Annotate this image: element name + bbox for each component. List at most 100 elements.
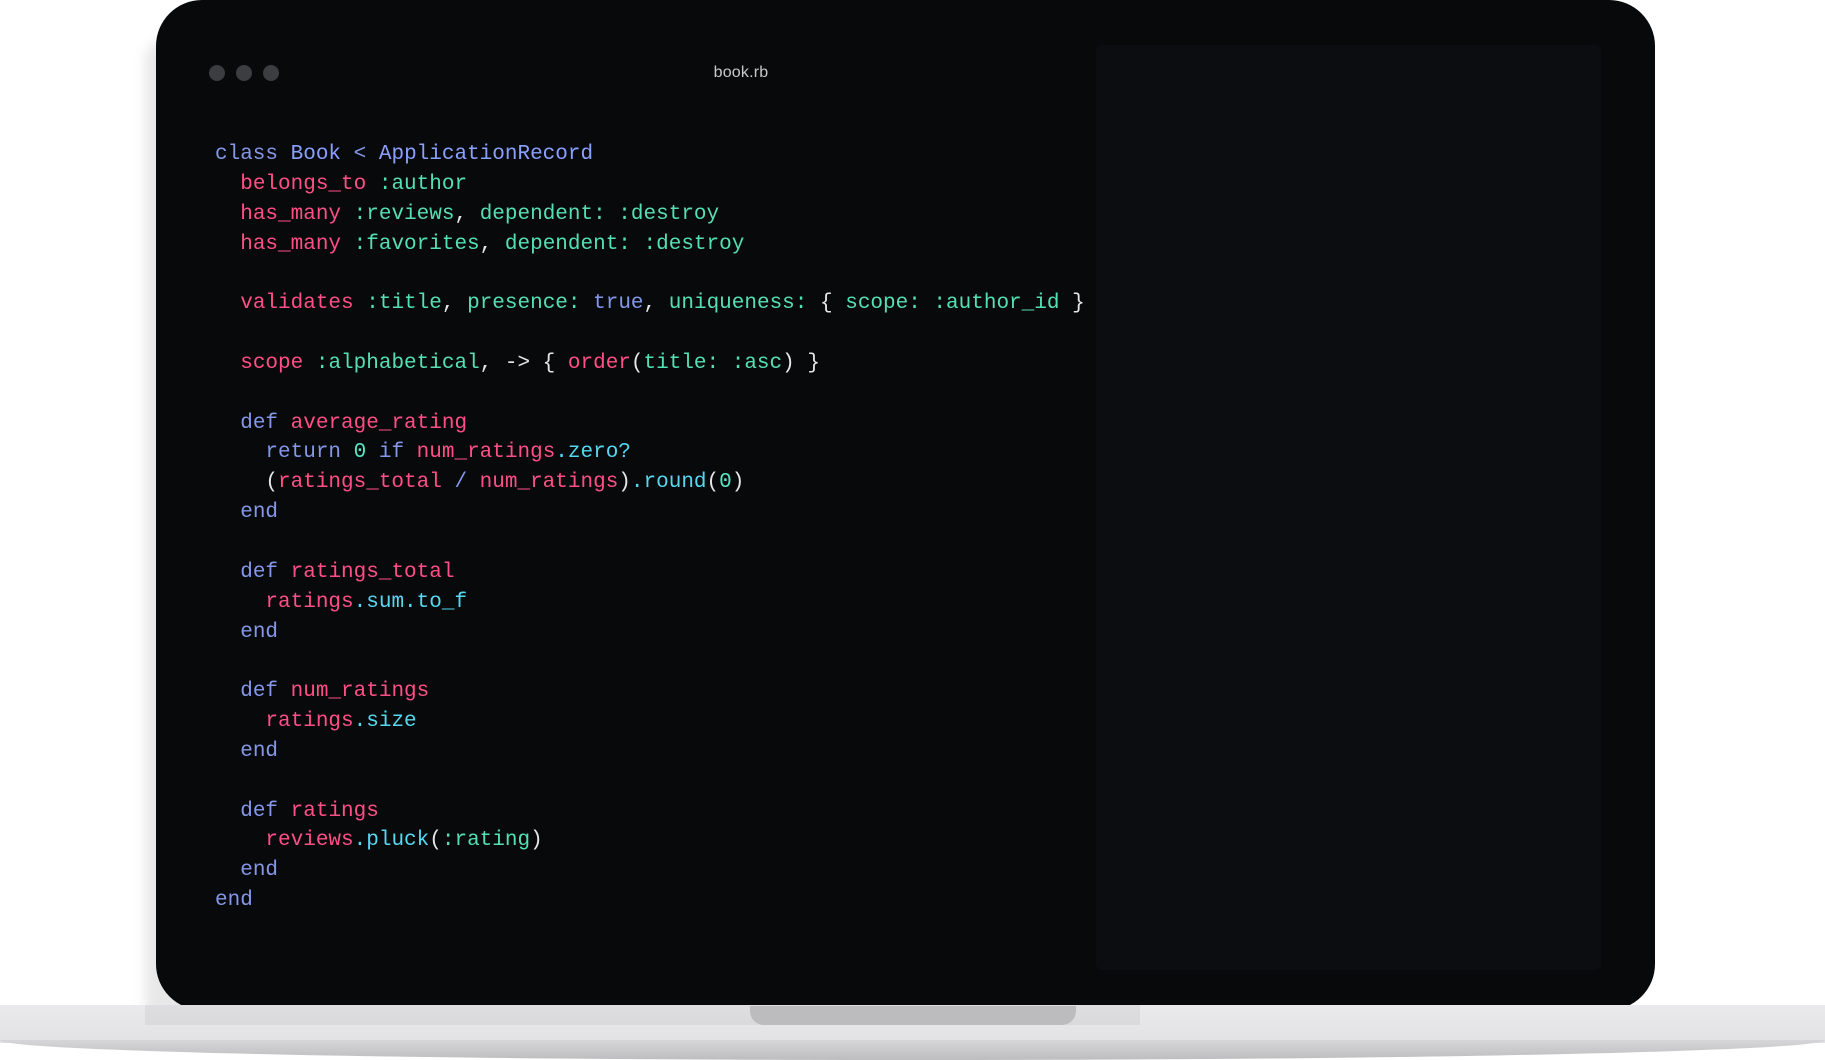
code-token: ratings — [290, 799, 379, 823]
code-token: uniqueness: — [668, 292, 820, 316]
code-token: .size — [353, 710, 417, 734]
code-token: num_ratings — [416, 441, 556, 465]
code-line: belongs_to :author — [215, 170, 1085, 200]
code-token: end — [240, 859, 279, 883]
code-token: title: :asc — [643, 351, 783, 375]
code-token: :favorites — [353, 232, 480, 256]
code-line: end — [215, 886, 1085, 916]
code-line: has_many :reviews, dependent: :destroy — [215, 200, 1085, 230]
code-token: num_ratings — [479, 471, 619, 495]
code-line: end — [215, 498, 1085, 528]
window-controls — [209, 65, 279, 81]
code-token: ( — [630, 351, 644, 375]
code-token: def — [240, 799, 291, 823]
screen-reflection — [1096, 45, 1601, 970]
code-line: def num_ratings — [215, 677, 1085, 707]
code-token: , -> { — [479, 351, 568, 375]
code-token: { — [820, 292, 846, 316]
code-token: ratings_total — [278, 471, 455, 495]
code-token: :reviews — [353, 202, 455, 226]
maximize-window-dot[interactable] — [263, 65, 279, 81]
code-token: has_many — [240, 202, 354, 226]
code-token: , — [479, 232, 505, 256]
code-line: return 0 if num_ratings.zero? — [215, 438, 1085, 468]
code-line: (ratings_total / num_ratings).round(0) — [215, 468, 1085, 498]
code-token: ) — [618, 471, 631, 495]
code-token: scope: :author_id — [845, 292, 1073, 316]
laptop-screen: book.rb class Book < ApplicationRecord b… — [156, 0, 1655, 1010]
laptop-base-edge — [0, 1040, 1825, 1060]
code-line: reviews.pluck(:rating) — [215, 826, 1085, 856]
code-token: belongs_to — [240, 172, 379, 196]
code-token: , — [643, 292, 669, 316]
code-token: end — [240, 620, 279, 644]
code-token: .round — [630, 471, 707, 495]
code-line: has_many :favorites, dependent: :destroy — [215, 230, 1085, 260]
code-line: ratings.sum.to_f — [215, 588, 1085, 618]
code-token: ( — [215, 471, 279, 495]
minimize-window-dot[interactable] — [236, 65, 252, 81]
code-token: validates — [240, 292, 367, 316]
code-line: validates :title, presence: true, unique… — [215, 289, 1084, 319]
code-token: end — [240, 501, 279, 525]
code-editor[interactable]: class Book < ApplicationRecord belongs_t… — [215, 140, 1085, 916]
code-token: ) } — [782, 351, 820, 375]
code-token: reviews — [265, 829, 354, 853]
code-token: ( — [429, 829, 442, 853]
code-token: ratings_total — [290, 560, 455, 584]
code-token: if — [378, 441, 417, 465]
code-token: has_many — [240, 232, 354, 256]
code-token: 0 — [353, 441, 379, 465]
code-token: scope — [240, 351, 316, 375]
code-token: .pluck — [353, 829, 430, 853]
code-line: def ratings — [215, 797, 1085, 827]
code-line: scope :alphabetical, -> { order(title: :… — [215, 349, 1085, 379]
code-token: ApplicationRecord — [378, 143, 594, 166]
code-token: def — [240, 680, 291, 704]
code-token: end — [215, 889, 253, 913]
code-line: end — [215, 856, 1085, 886]
code-line: ratings.size — [215, 707, 1085, 737]
code-token: ratings — [265, 710, 354, 734]
code-token: ratings — [265, 590, 354, 614]
code-token: presence: — [467, 292, 594, 316]
code-token: true — [593, 292, 644, 316]
code-token: , — [454, 202, 480, 226]
code-line: class Book < ApplicationRecord — [215, 140, 1085, 170]
code-token: end — [240, 739, 279, 763]
code-line: end — [215, 618, 1085, 648]
file-title: book.rb — [713, 64, 769, 81]
code-token: num_ratings — [290, 680, 430, 704]
code-token: dependent: :destroy — [504, 232, 745, 256]
code-token: class — [215, 143, 291, 166]
code-token: .zero? — [555, 441, 631, 465]
code-token: def — [240, 411, 291, 435]
code-token: / — [454, 471, 480, 495]
close-window-dot[interactable] — [209, 65, 225, 81]
code-token: order — [567, 351, 631, 375]
code-token: dependent: :destroy — [479, 202, 720, 226]
code-token: Book — [290, 143, 354, 166]
code-token: 0 — [719, 471, 732, 495]
code-token: :author — [378, 172, 468, 196]
